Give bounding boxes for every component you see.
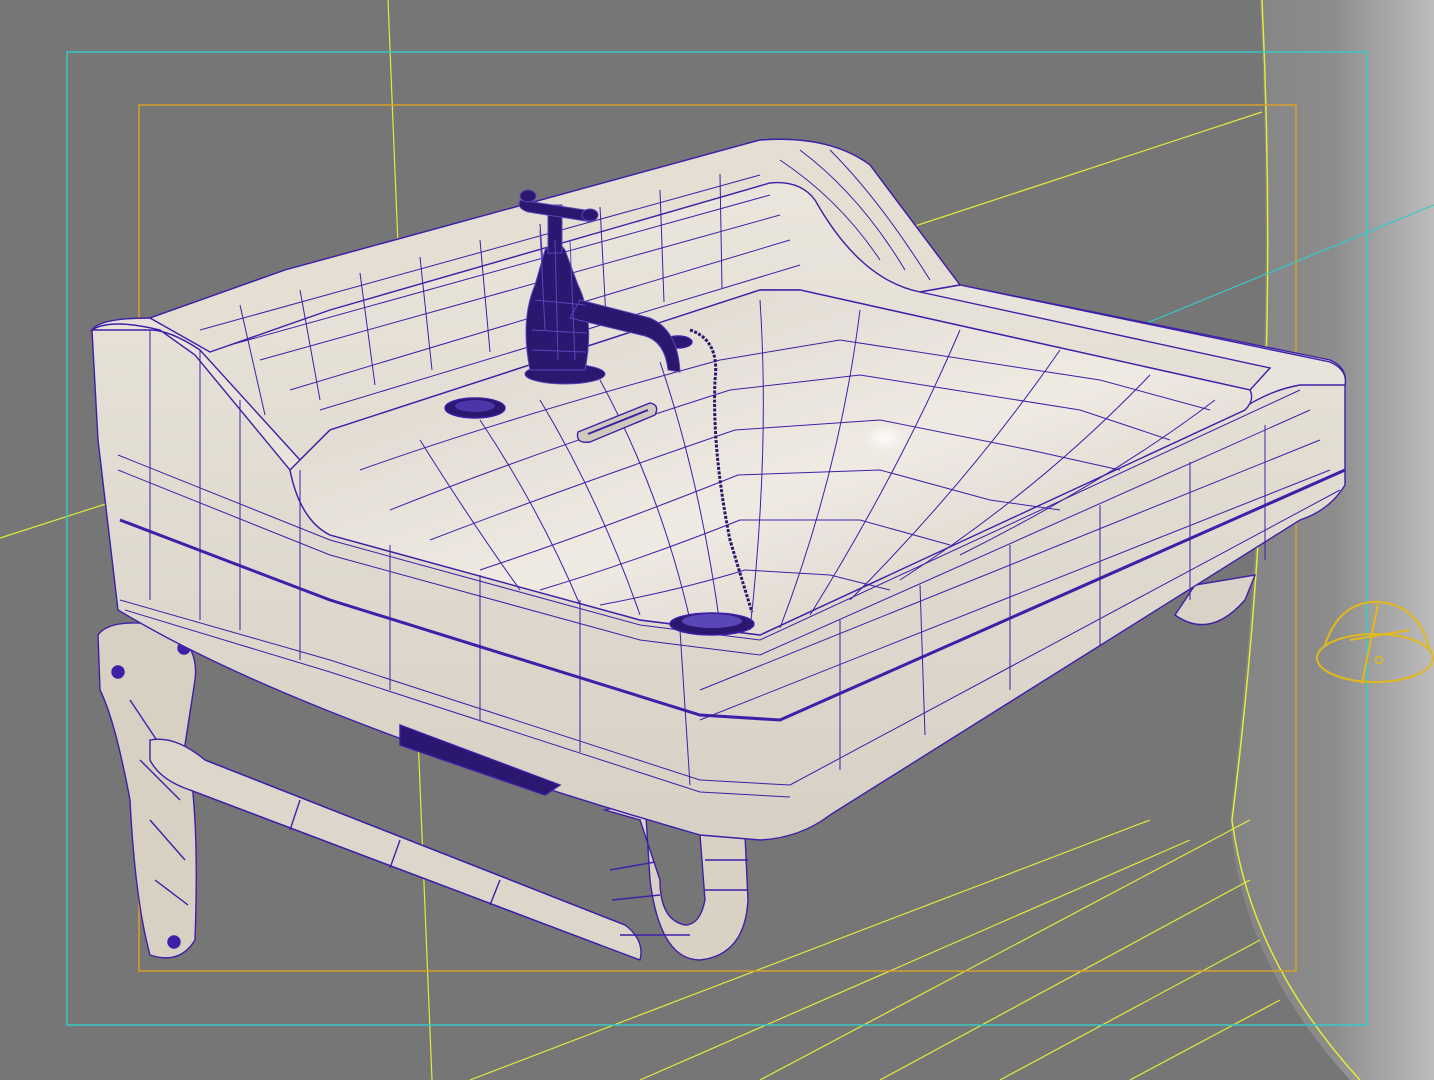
viewport-canvas[interactable] bbox=[0, 0, 1434, 1080]
3d-viewport[interactable] bbox=[0, 0, 1434, 1080]
bowl-highlight bbox=[863, 424, 907, 452]
